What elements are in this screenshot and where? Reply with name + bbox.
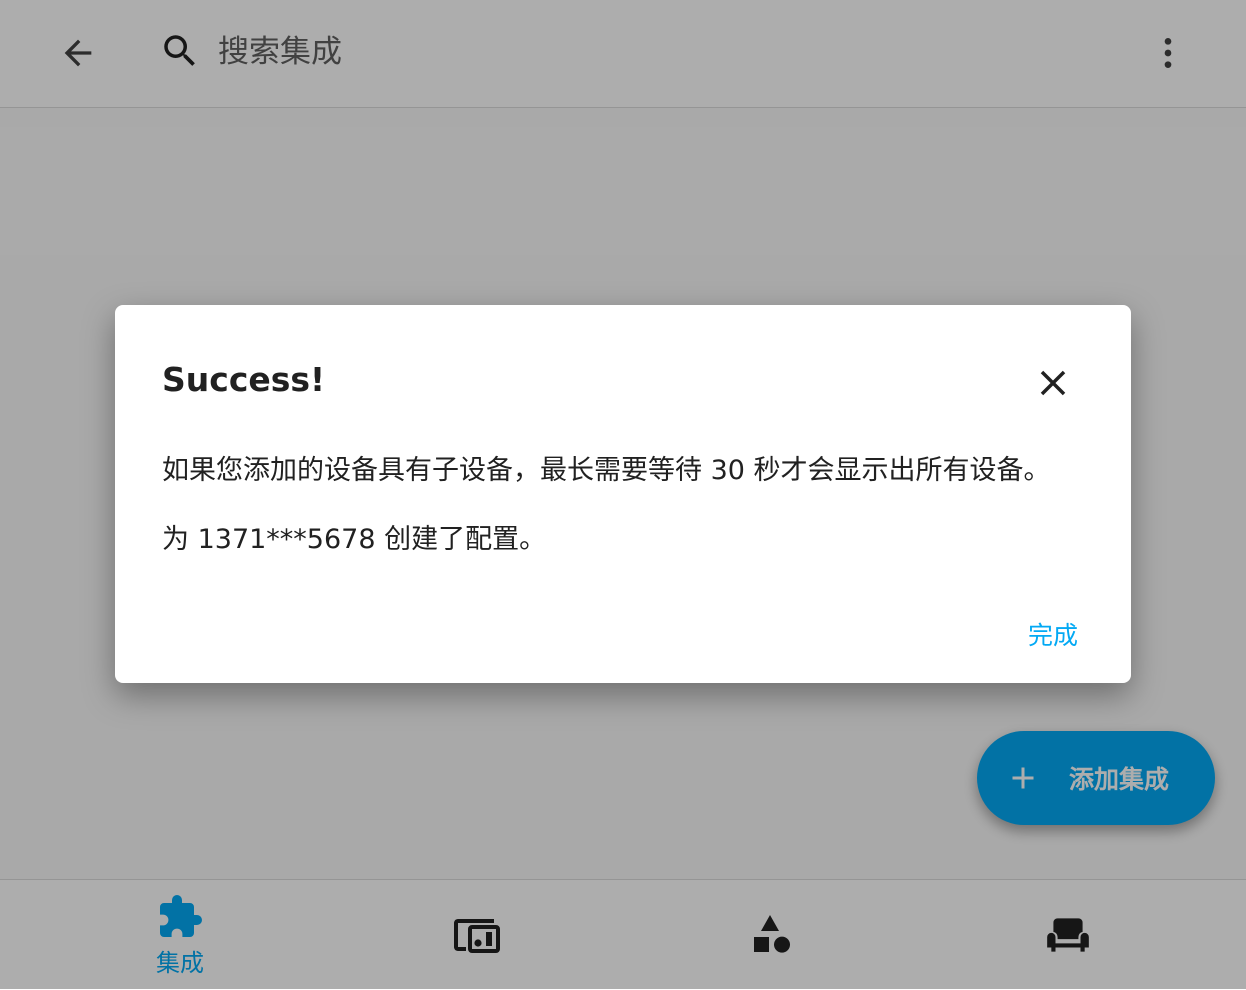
dialog-message-config-created: 为 1371***5678 创建了配置。 <box>162 524 547 555</box>
close-icon <box>1040 370 1066 396</box>
success-dialog: Success! 如果您添加的设备具有子设备，最长需要等待 30 秒才会显示出所… <box>115 305 1131 683</box>
app-root: 添加集成 集成 <box>0 0 1246 990</box>
close-button[interactable] <box>1025 355 1081 411</box>
dialog-message-subdevices: 如果您添加的设备具有子设备，最长需要等待 30 秒才会显示出所有设备。 <box>162 455 1051 486</box>
done-button[interactable]: 完成 <box>1010 609 1096 659</box>
dialog-title: Success! <box>162 360 326 399</box>
